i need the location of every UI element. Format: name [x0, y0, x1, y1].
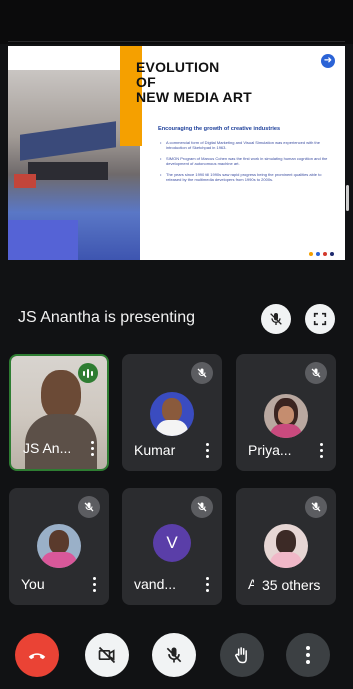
video-person [41, 370, 81, 420]
more-options-button[interactable] [286, 633, 330, 677]
participant-name: Priya... [248, 442, 292, 458]
divider [8, 41, 345, 42]
participant-name: Kumar [134, 442, 176, 458]
more-options-icon[interactable] [205, 443, 209, 459]
mic-off-icon [305, 496, 327, 518]
participant-name: You [21, 576, 45, 592]
avatar [264, 394, 308, 438]
participant-tile[interactable]: JS An... [9, 354, 109, 471]
slide-dot [309, 252, 313, 256]
mic-off-icon [166, 647, 182, 663]
more-options-icon[interactable] [205, 577, 209, 593]
speaking-indicator-icon [78, 363, 98, 383]
avatar [264, 524, 308, 568]
more-options-icon[interactable] [90, 441, 94, 457]
camera-toggle-button[interactable] [85, 633, 129, 677]
photo-detail [8, 220, 78, 260]
participant-tile[interactable]: V vand... [122, 488, 222, 605]
slide-dots [309, 252, 334, 256]
scrollbar[interactable] [346, 185, 349, 211]
raise-hand-icon [234, 647, 247, 664]
slide-bullet: The years since 1990 till 1990s saw rapi… [160, 172, 336, 182]
participant-tile[interactable]: You [9, 488, 109, 605]
participant-name: JS An... [23, 440, 72, 456]
slide-subheading: Encouraging the growth of creative indus… [158, 126, 281, 132]
participant-tile[interactable]: Priya... [236, 354, 336, 471]
slide-dot [316, 252, 320, 256]
fullscreen-button[interactable] [305, 304, 335, 334]
mic-off-icon [191, 362, 213, 384]
slide-bullet-list: A commercial form of Digital Marketing a… [160, 140, 336, 188]
slide-next-icon: ➜ [321, 54, 335, 68]
slide-title-line: NEW MEDIA ART [136, 89, 252, 105]
status-bar [0, 0, 353, 44]
presenter-label: JS Anantha is presenting [18, 309, 196, 326]
end-call-icon [28, 653, 46, 660]
raise-hand-button[interactable] [220, 633, 264, 677]
more-options-icon[interactable] [319, 443, 323, 459]
slide-title: EVOLUTION OF NEW MEDIA ART [136, 60, 296, 105]
others-count[interactable]: 35 others [254, 574, 329, 596]
camera-off-icon [98, 646, 116, 664]
avatar: V [153, 524, 191, 562]
photo-detail [28, 162, 108, 180]
avatar [37, 524, 81, 568]
participant-tile[interactable]: Kumar [122, 354, 222, 471]
participant-name: vand... [134, 576, 177, 592]
fullscreen-icon [313, 312, 327, 326]
slide-bullet: SIMON Program of Marcus Cohen was the fi… [160, 156, 336, 166]
slide-dot [323, 252, 327, 256]
photo-detail [14, 174, 36, 188]
avatar [150, 392, 194, 436]
photo-detail [20, 121, 116, 161]
slide-dot [330, 252, 334, 256]
presentation-mute-button[interactable] [261, 304, 291, 334]
slide-bullet: A commercial form of Digital Marketing a… [160, 140, 336, 150]
slide-title-line: OF [136, 74, 156, 90]
end-call-button[interactable] [15, 633, 59, 677]
more-options-icon [306, 646, 310, 664]
mic-off-icon [191, 496, 213, 518]
more-options-icon[interactable] [92, 577, 96, 593]
presentation-slide[interactable]: EVOLUTION OF NEW MEDIA ART ➜ Encouraging… [8, 46, 345, 260]
mic-off-icon [78, 496, 100, 518]
mic-toggle-button[interactable] [152, 633, 196, 677]
mic-off-icon [305, 362, 327, 384]
mic-off-icon [270, 313, 282, 325]
slide-title-line: EVOLUTION [136, 59, 220, 75]
